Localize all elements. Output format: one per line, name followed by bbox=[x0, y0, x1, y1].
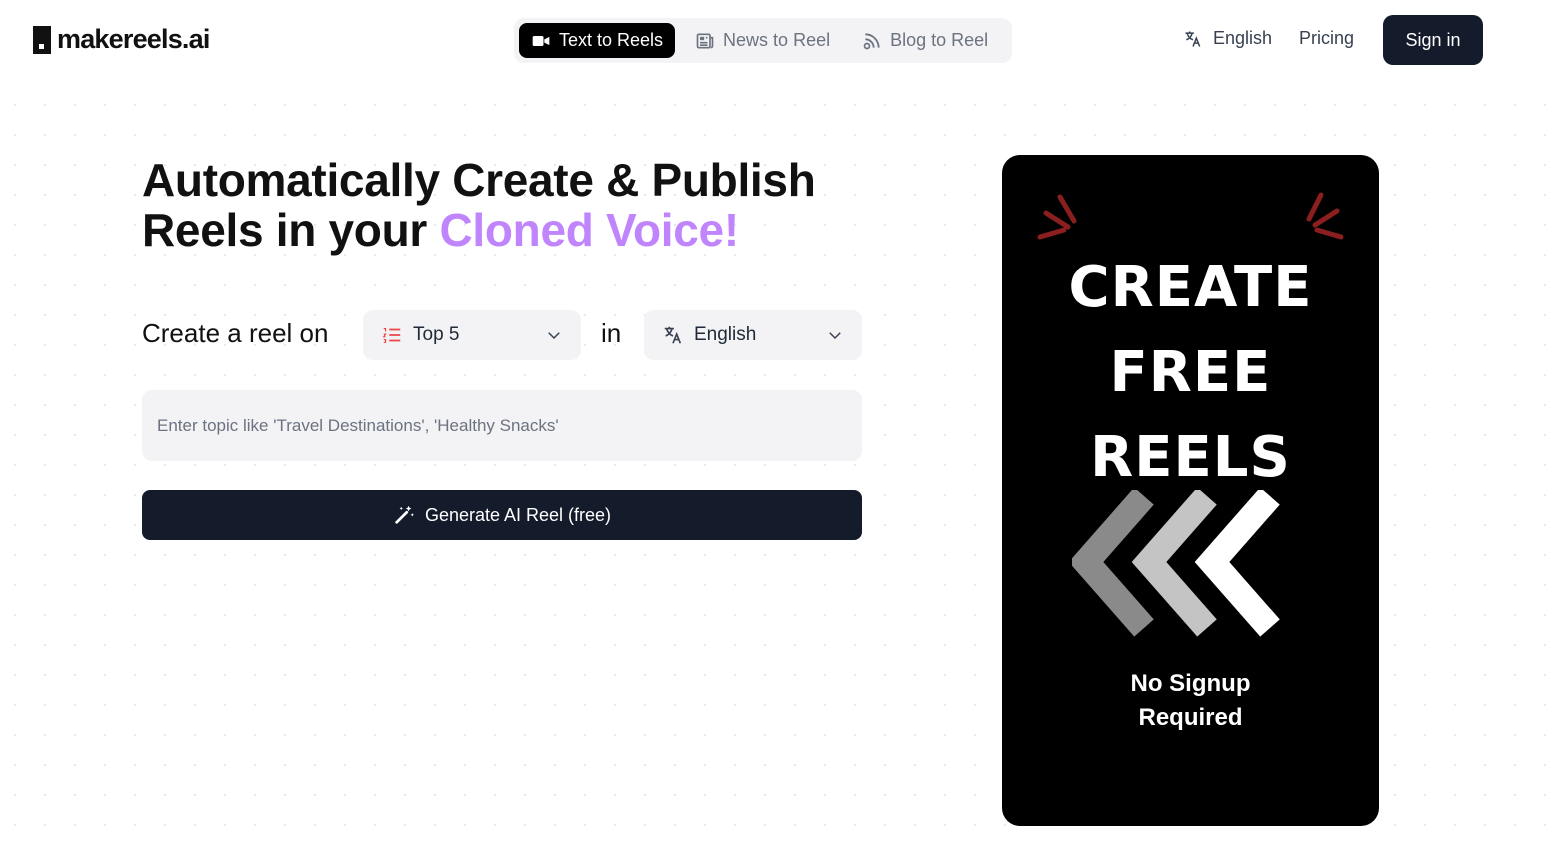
preview-subtitle: No Signup Required bbox=[1002, 667, 1379, 735]
generate-label: Generate AI Reel (free) bbox=[424, 504, 612, 525]
chevron-down-icon bbox=[829, 332, 841, 340]
in-label: in bbox=[601, 318, 622, 348]
tab-label: Blog to Reel bbox=[890, 30, 989, 50]
brand-name: makereels.ai bbox=[57, 24, 210, 54]
translate-icon bbox=[1185, 31, 1201, 47]
pricing-link[interactable]: Pricing bbox=[1299, 28, 1354, 49]
language-switcher[interactable]: English bbox=[1183, 28, 1272, 49]
tab-blog-to-reel[interactable]: Blog to Reel bbox=[850, 23, 1000, 58]
preview-line-reels: REELS bbox=[1090, 425, 1291, 490]
hero-headline: Automatically Create & Publish Reels in … bbox=[142, 155, 902, 255]
signin-button[interactable]: Sign in bbox=[1383, 15, 1483, 65]
magic-wand-icon bbox=[395, 505, 414, 524]
preview-title: CREATE FREE REELS bbox=[1002, 245, 1379, 500]
topic-input[interactable] bbox=[142, 390, 862, 461]
spark-lines-icon bbox=[1306, 192, 1344, 240]
headline-line1: Automatically Create & Publish bbox=[142, 154, 816, 206]
create-label: Create a reel on bbox=[142, 318, 329, 348]
newspaper-icon bbox=[696, 33, 714, 48]
chevron-down-icon bbox=[548, 332, 560, 340]
preview-sub-line1: No Signup bbox=[1130, 670, 1251, 697]
topic-type-select[interactable]: Top 5 bbox=[363, 310, 581, 360]
tab-label: News to Reel bbox=[723, 30, 831, 50]
language-select[interactable]: English bbox=[644, 310, 862, 360]
reel-preview: CREATE FREE REELS No Signup Required bbox=[1002, 155, 1379, 826]
list-icon bbox=[382, 327, 401, 343]
mode-tabs: Text to Reels News to Reel Blog to Reel bbox=[514, 18, 1012, 63]
preview-sub-line2: Required bbox=[1138, 704, 1243, 731]
language-label: English bbox=[1213, 28, 1273, 48]
language-value: English bbox=[694, 324, 757, 345]
tab-news-to-reel[interactable]: News to Reel bbox=[683, 23, 842, 58]
logo-mark-icon bbox=[33, 25, 51, 54]
topic-type-value: Top 5 bbox=[413, 324, 460, 345]
rewind-chevrons-icon bbox=[1072, 490, 1280, 637]
spark-lines-icon bbox=[1037, 194, 1077, 240]
tab-text-to-reels[interactable]: Text to Reels bbox=[519, 23, 676, 58]
rss-icon bbox=[863, 32, 880, 49]
logo[interactable]: makereels.ai bbox=[33, 24, 210, 55]
headline-line2: Reels in your bbox=[142, 204, 440, 256]
preview-line-create: CREATE bbox=[1068, 255, 1313, 320]
preview-line-free: FREE bbox=[1109, 340, 1272, 405]
video-icon bbox=[532, 35, 550, 46]
translate-icon bbox=[664, 326, 682, 344]
tab-label: Text to Reels bbox=[559, 30, 664, 50]
headline-accent: Cloned Voice! bbox=[439, 204, 739, 256]
generate-button[interactable]: Generate AI Reel (free) bbox=[142, 490, 862, 540]
